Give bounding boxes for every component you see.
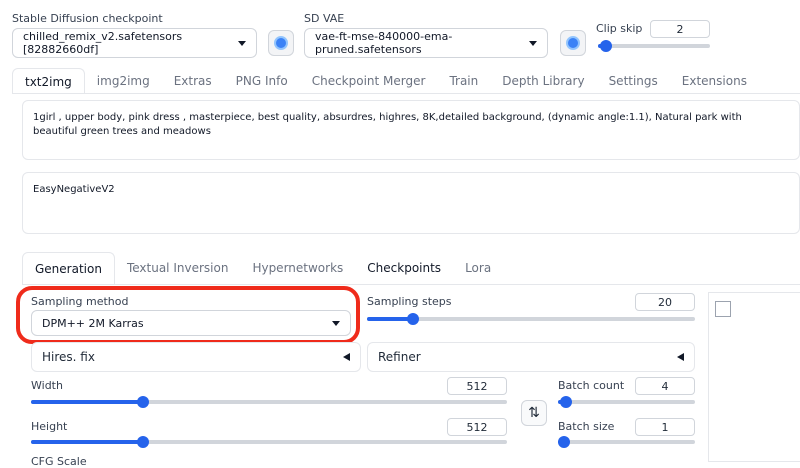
subtabs-divider <box>22 284 800 285</box>
refiner-label: Refiner <box>378 350 421 364</box>
tab-settings[interactable]: Settings <box>597 68 670 94</box>
tab-extras[interactable]: Extras <box>162 68 224 94</box>
refresh-checkpoint-button[interactable] <box>268 30 294 56</box>
caret-left-icon <box>677 353 684 361</box>
batch-size-slider-thumb[interactable] <box>558 436 570 448</box>
width-slider[interactable] <box>31 396 507 408</box>
sampling-steps-slider-fill <box>367 317 411 321</box>
tab-png-info[interactable]: PNG Info <box>224 68 300 94</box>
clip-skip-slider-thumb[interactable] <box>600 40 612 52</box>
vae-select[interactable]: vae-ft-mse-840000-ema-pruned.safetensors <box>304 28 548 58</box>
tab-extensions[interactable]: Extensions <box>670 68 759 94</box>
output-image-panel <box>708 292 800 462</box>
negative-prompt-text: EasyNegativeV2 <box>33 184 115 195</box>
width-label: Width <box>31 379 63 392</box>
batch-count-slider-thumb[interactable] <box>560 396 572 408</box>
swap-dimensions-button[interactable]: ⇅ <box>521 400 547 426</box>
width-slider-fill <box>31 400 143 404</box>
checkpoint-label: Stable Diffusion checkpoint <box>12 12 163 25</box>
refresh-icon <box>566 36 580 50</box>
checkpoint-value: chilled_remix_v2.safetensors [82882660df… <box>23 30 183 56</box>
batch-count-label: Batch count <box>558 379 625 392</box>
clip-skip-label: Clip skip <box>596 22 643 35</box>
tabs-divider <box>12 93 800 94</box>
height-input[interactable]: 512 <box>447 418 507 436</box>
batch-count-input[interactable]: 4 <box>635 377 695 395</box>
tab-hypernetworks[interactable]: Hypernetworks <box>240 252 355 284</box>
batch-size-label: Batch size <box>558 420 615 433</box>
positive-prompt-text: 1girl , upper body, pink dress , masterp… <box>33 112 742 137</box>
sampling-method-label: Sampling method <box>31 295 129 308</box>
positive-prompt-box[interactable]: 1girl , upper body, pink dress , masterp… <box>22 100 800 160</box>
checkpoint-select[interactable]: chilled_remix_v2.safetensors [82882660df… <box>12 28 257 58</box>
width-input[interactable]: 512 <box>447 377 507 395</box>
batch-size-slider[interactable] <box>558 436 695 448</box>
sampling-method-value: DPM++ 2M Karras <box>42 316 144 330</box>
chevron-down-icon <box>332 320 340 326</box>
tab-lora[interactable]: Lora <box>453 252 503 284</box>
tab-checkpoint-merger[interactable]: Checkpoint Merger <box>300 68 438 94</box>
height-label: Height <box>31 420 68 433</box>
sampling-steps-input[interactable]: 20 <box>635 293 695 311</box>
chevron-down-icon <box>529 40 537 46</box>
tab-depth-library[interactable]: Depth Library <box>490 68 596 94</box>
batch-count-slider[interactable] <box>558 396 695 408</box>
height-slider-fill <box>31 440 143 444</box>
tab-txt2img[interactable]: txt2img <box>12 68 85 94</box>
refresh-vae-button[interactable] <box>560 30 586 56</box>
vae-label: SD VAE <box>304 12 345 25</box>
hires-fix-accordion[interactable]: Hires. fix <box>31 342 361 372</box>
caret-left-icon <box>343 353 350 361</box>
refiner-accordion[interactable]: Refiner <box>367 342 695 372</box>
width-slider-thumb[interactable] <box>137 396 149 408</box>
tab-checkpoints[interactable]: Checkpoints <box>355 252 453 284</box>
sampling-steps-slider[interactable] <box>367 313 695 325</box>
height-slider[interactable] <box>31 436 507 448</box>
swap-icon: ⇅ <box>528 405 540 421</box>
clip-skip-slider[interactable] <box>598 40 710 52</box>
sampling-method-select[interactable]: DPM++ 2M Karras <box>31 310 351 336</box>
tab-train[interactable]: Train <box>437 68 490 94</box>
refresh-icon <box>274 36 288 50</box>
sampling-steps-label: Sampling steps <box>367 295 452 308</box>
height-slider-thumb[interactable] <box>137 436 149 448</box>
generation-tabs: Generation Textual Inversion Hypernetwor… <box>22 252 503 284</box>
tab-img2img[interactable]: img2img <box>85 68 162 94</box>
negative-prompt-box[interactable]: EasyNegativeV2 <box>22 172 800 234</box>
batch-size-input[interactable]: 1 <box>635 418 695 436</box>
tab-generation[interactable]: Generation <box>22 252 115 284</box>
chevron-down-icon <box>238 40 246 46</box>
main-tabs: txt2img img2img Extras PNG Info Checkpoi… <box>12 68 759 94</box>
tab-textual-inversion[interactable]: Textual Inversion <box>115 252 240 284</box>
clip-skip-input[interactable]: 2 <box>650 20 710 38</box>
broken-image-icon <box>715 301 731 317</box>
sampling-steps-slider-thumb[interactable] <box>407 313 419 325</box>
vae-value: vae-ft-mse-840000-ema-pruned.safetensors <box>315 30 453 56</box>
hires-fix-label: Hires. fix <box>42 350 95 364</box>
